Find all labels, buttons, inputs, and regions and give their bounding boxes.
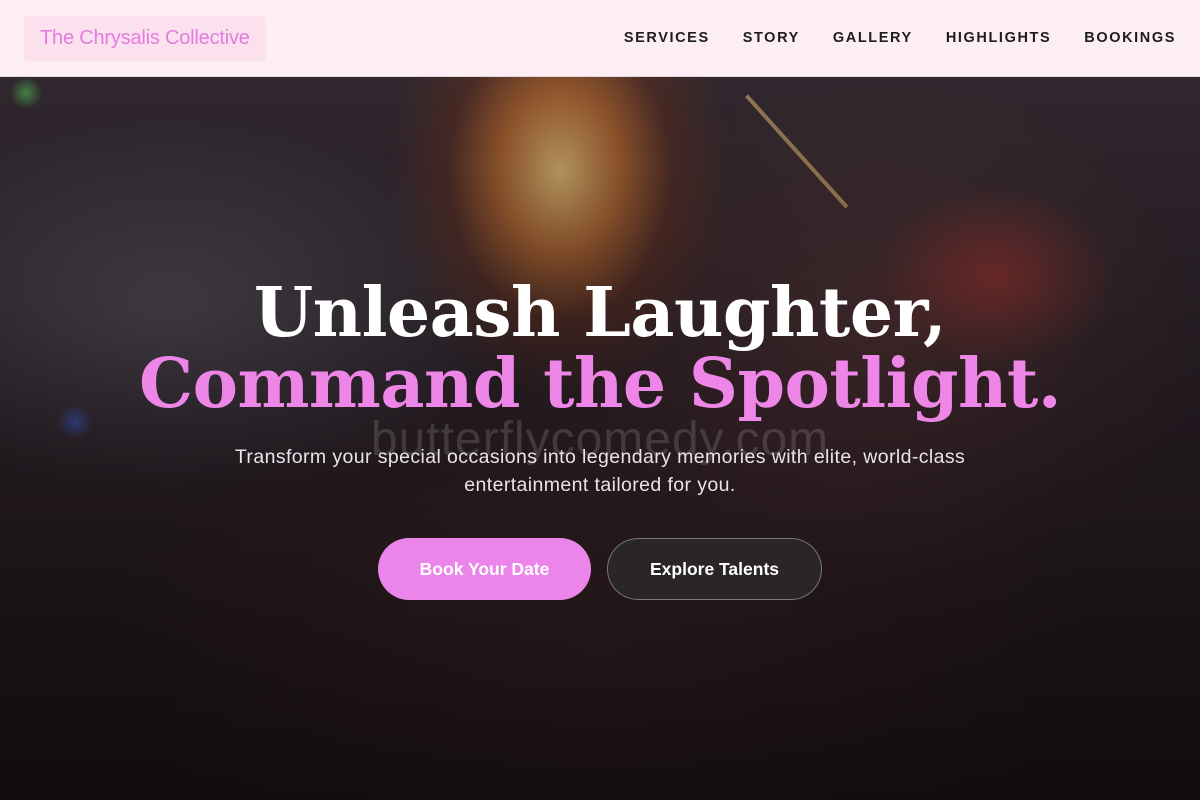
brand-logo-link[interactable]: The Chrysalis Collective xyxy=(24,15,266,61)
main-nav: SERVICES STORY GALLERY HIGHLIGHTS BOOKIN… xyxy=(591,30,1176,46)
nav-link-gallery[interactable]: GALLERY xyxy=(833,30,913,46)
nav-link-highlights[interactable]: HIGHLIGHTS xyxy=(946,30,1051,46)
hero-content: Unleash Laughter, Command the Spotlight.… xyxy=(0,77,1200,800)
nav-link-bookings[interactable]: BOOKINGS xyxy=(1084,30,1176,46)
hero-subtitle: Transform your special occasions into le… xyxy=(234,446,966,496)
hero-headline-line-1: Unleash Laughter, xyxy=(253,273,947,353)
explore-talents-button[interactable]: Explore Talents xyxy=(607,538,822,600)
book-your-date-button[interactable]: Book Your Date xyxy=(378,538,591,600)
nav-link-services[interactable]: SERVICES xyxy=(624,30,710,46)
nav-link-story[interactable]: STORY xyxy=(743,30,800,46)
top-navigation-bar: The Chrysalis Collective SERVICES STORY … xyxy=(0,0,1200,77)
hero-section: Unleash Laughter, Command the Spotlight.… xyxy=(0,77,1200,800)
